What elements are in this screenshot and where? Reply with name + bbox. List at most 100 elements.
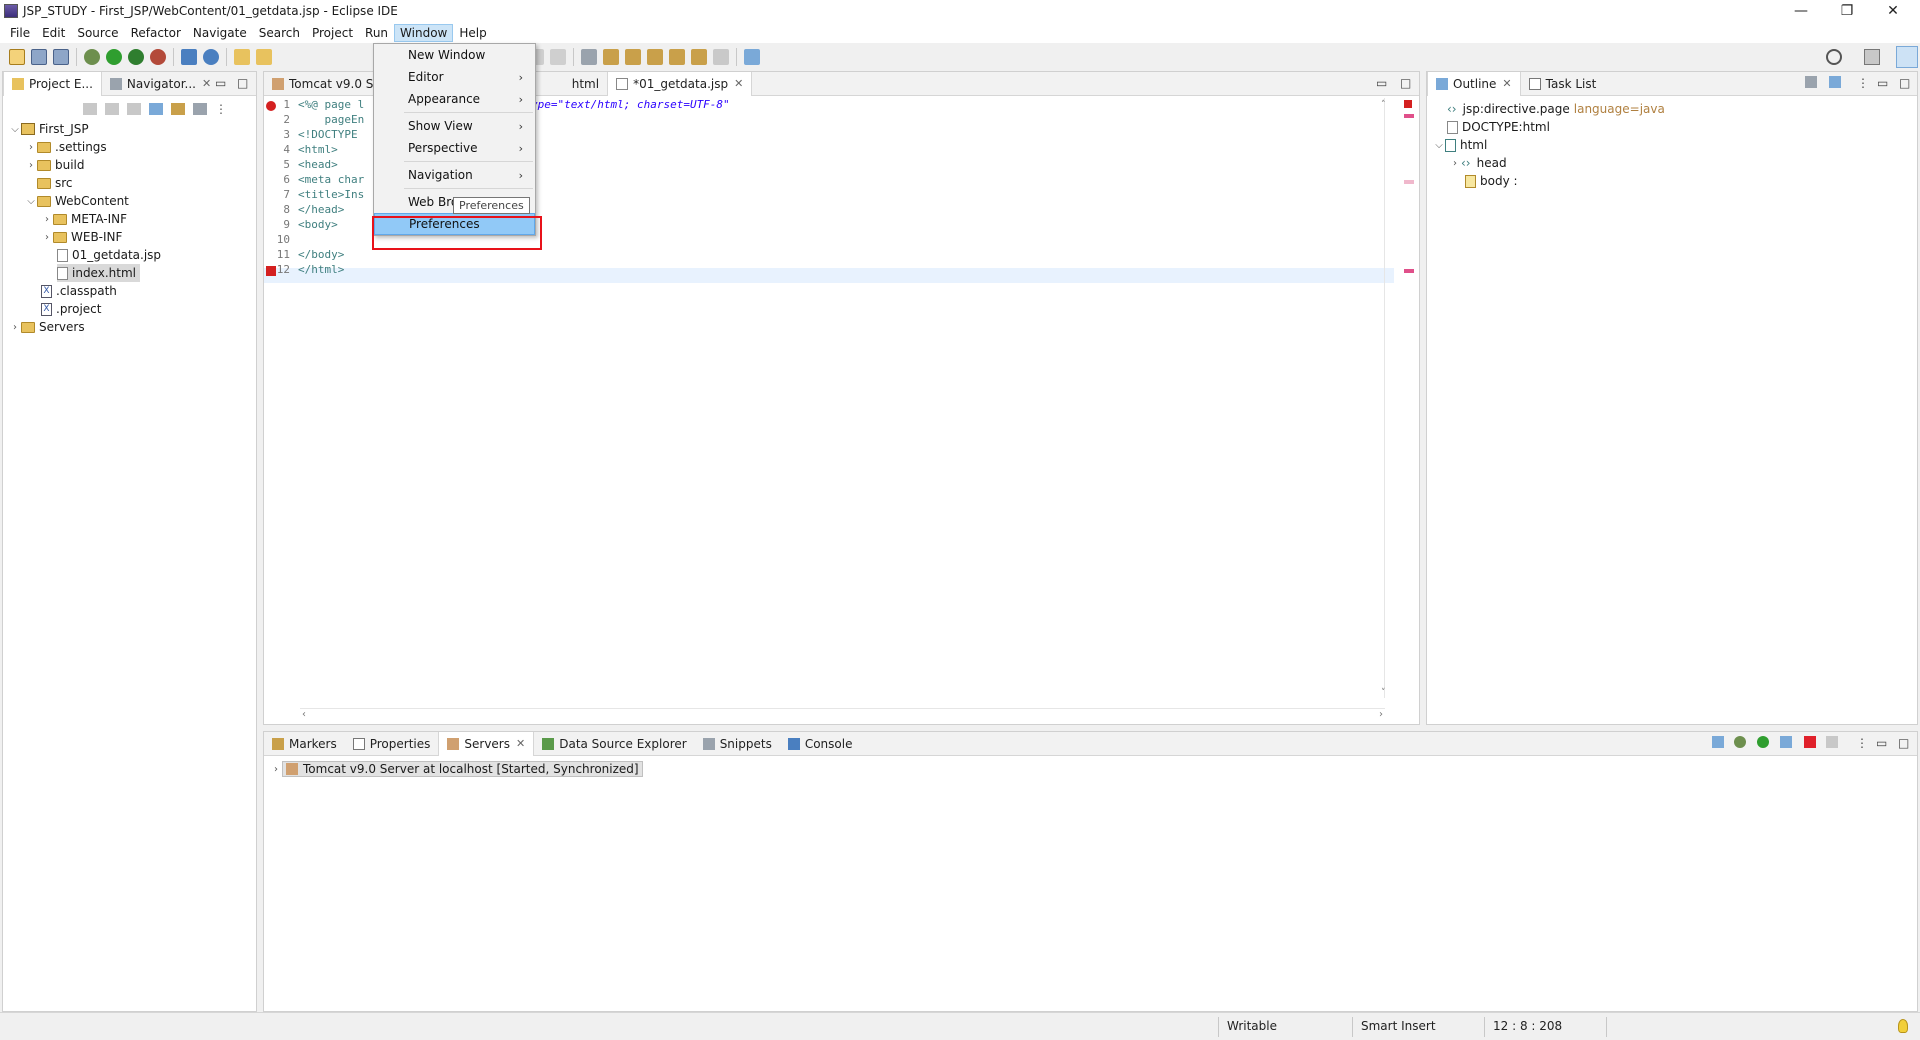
menu-item-perspective[interactable]: Perspective › — [374, 137, 535, 159]
collapse-all-icon[interactable] — [1712, 736, 1724, 748]
minimize-view-icon[interactable]: ▭ — [215, 76, 226, 90]
tree-item-servers[interactable]: › Servers — [9, 318, 85, 336]
chevron-down-icon[interactable]: ⌵ — [25, 196, 37, 207]
minimize-view-icon[interactable]: ▭ — [1877, 76, 1888, 90]
chevron-right-icon[interactable]: › — [270, 764, 282, 775]
chevron-right-icon[interactable]: › — [25, 160, 37, 171]
new-java-class-icon[interactable] — [203, 49, 219, 65]
tab-navigator[interactable]: Navigator... ✕ — [102, 72, 219, 96]
toggle-block-icon[interactable] — [603, 49, 619, 65]
vertical-scrollbar[interactable]: ˄ ˅ — [1381, 98, 1394, 698]
last-edit-icon[interactable] — [669, 49, 685, 65]
maximize-view-icon[interactable]: □ — [237, 76, 248, 90]
view-menu-icon[interactable]: ⋮ — [215, 103, 227, 115]
server-row-tomcat[interactable]: › Tomcat v9.0 Server at localhost [Start… — [270, 760, 643, 778]
menu-source[interactable]: Source — [71, 24, 124, 42]
start-server-icon[interactable] — [1757, 736, 1769, 748]
tree-item-webcontent[interactable]: ⌵ WebContent — [25, 192, 129, 210]
filter-icon[interactable] — [193, 103, 207, 115]
open-perspective-icon[interactable] — [1864, 49, 1880, 65]
save-icon[interactable] — [31, 49, 47, 65]
new-web-icon[interactable] — [181, 49, 197, 65]
save-all-icon[interactable] — [53, 49, 69, 65]
chevron-down-icon[interactable]: ⌵ — [1433, 140, 1445, 151]
pin-editor-icon[interactable] — [744, 49, 760, 65]
tree-item-settings[interactable]: › .settings — [25, 138, 107, 156]
tab-outline[interactable]: Outline ✕ — [1427, 71, 1521, 96]
view-menu-icon[interactable]: ⋮ — [1857, 76, 1869, 90]
chevron-down-icon[interactable]: ⌵ — [9, 124, 21, 135]
close-icon[interactable]: ✕ — [734, 77, 743, 90]
menu-item-navigation[interactable]: Navigation › — [374, 164, 535, 186]
debug-server-icon[interactable] — [1734, 736, 1746, 748]
link-with-editor-icon[interactable] — [171, 103, 185, 115]
menu-item-editor[interactable]: Editor › — [374, 66, 535, 88]
tree-item-project[interactable]: X .project — [41, 300, 101, 318]
chevron-right-icon[interactable]: › — [9, 322, 21, 333]
close-button[interactable]: ✕ — [1870, 0, 1916, 22]
tree-item-meta-inf[interactable]: › META-INF — [41, 210, 127, 228]
scroll-up-icon[interactable]: ˄ — [1381, 100, 1386, 110]
profile-server-icon[interactable] — [1780, 736, 1792, 748]
close-icon[interactable]: ✕ — [1502, 77, 1511, 90]
lightbulb-icon[interactable] — [1898, 1019, 1908, 1033]
outline-item-head[interactable]: › ‹› head — [1449, 154, 1507, 172]
toggle-mark-icon[interactable] — [581, 49, 597, 65]
close-icon[interactable]: ✕ — [516, 737, 525, 750]
tree-item-index-html[interactable]: index.html — [57, 264, 140, 282]
outline-item-html[interactable]: ⌵ html — [1433, 136, 1487, 154]
debug-icon[interactable] — [84, 49, 100, 65]
menu-item-new-window[interactable]: New Window — [374, 44, 535, 66]
stop-server-icon[interactable] — [1804, 736, 1816, 748]
back-icon[interactable] — [691, 49, 707, 65]
maximize-view-icon[interactable]: □ — [1899, 76, 1910, 90]
chevron-right-icon[interactable]: › — [41, 232, 53, 243]
forward-icon[interactable] — [713, 49, 729, 65]
menu-search[interactable]: Search — [253, 24, 306, 42]
menu-window[interactable]: Window — [394, 23, 454, 42]
scroll-right-icon[interactable]: › — [1379, 709, 1383, 720]
tab-task-list[interactable]: Task List — [1521, 72, 1605, 96]
view-menu-icon[interactable]: ⋮ — [1856, 736, 1868, 750]
tree-item-src[interactable]: src — [25, 174, 73, 192]
open-resource-icon[interactable] — [256, 49, 272, 65]
tab-console[interactable]: Console — [780, 732, 861, 756]
next-annotation-icon[interactable] — [625, 49, 641, 65]
open-type-icon[interactable] — [234, 49, 250, 65]
outline-item-body[interactable]: body : — [1465, 172, 1518, 190]
previous-annotation-icon[interactable] — [647, 49, 663, 65]
tab-data-source-explorer[interactable]: Data Source Explorer — [534, 732, 694, 756]
outline-item-doctype[interactable]: DOCTYPE:html — [1447, 118, 1550, 136]
tab-project-explorer[interactable]: Project E... — [3, 71, 102, 96]
menu-item-appearance[interactable]: Appearance › — [374, 88, 535, 110]
maximize-view-icon[interactable]: □ — [1898, 736, 1909, 750]
run-server-icon[interactable] — [128, 49, 144, 65]
new-icon[interactable] — [9, 49, 25, 65]
tree-item-web-inf[interactable]: › WEB-INF — [41, 228, 122, 246]
minimize-view-icon[interactable]: ▭ — [1876, 736, 1887, 750]
forward-icon[interactable] — [105, 103, 119, 115]
tab-index-html[interactable]: html — [564, 72, 607, 96]
scroll-left-icon[interactable]: ‹ — [302, 709, 306, 720]
tab-servers[interactable]: Servers ✕ — [438, 731, 535, 756]
tree-item-first-jsp[interactable]: ⌵ First_JSP — [9, 120, 88, 138]
collapse-all-icon[interactable] — [1829, 76, 1841, 88]
tab-properties[interactable]: Properties — [345, 732, 439, 756]
menu-refactor[interactable]: Refactor — [125, 24, 187, 42]
chevron-right-icon[interactable]: › — [25, 142, 37, 153]
menu-edit[interactable]: Edit — [36, 24, 71, 42]
tab-01-getdata-jsp[interactable]: *01_getdata.jsp ✕ — [607, 71, 753, 96]
tree-item-classpath[interactable]: X .classpath — [41, 282, 117, 300]
menu-help[interactable]: Help — [453, 24, 492, 42]
publish-icon[interactable] — [1826, 736, 1838, 748]
collapse-all-icon[interactable] — [149, 103, 163, 115]
tree-item-01-getdata-jsp[interactable]: 01_getdata.jsp — [57, 246, 161, 264]
back-icon[interactable] — [83, 103, 97, 115]
outline-item-directive[interactable]: ‹› jsp:directive.page language=java — [1447, 100, 1665, 118]
chevron-right-icon[interactable]: › — [1449, 158, 1461, 169]
menu-item-show-view[interactable]: Show View › — [374, 115, 535, 137]
tab-markers[interactable]: Markers — [264, 732, 345, 756]
run-icon[interactable] — [106, 49, 122, 65]
filter-icon[interactable] — [1805, 76, 1817, 88]
menu-project[interactable]: Project — [306, 24, 359, 42]
